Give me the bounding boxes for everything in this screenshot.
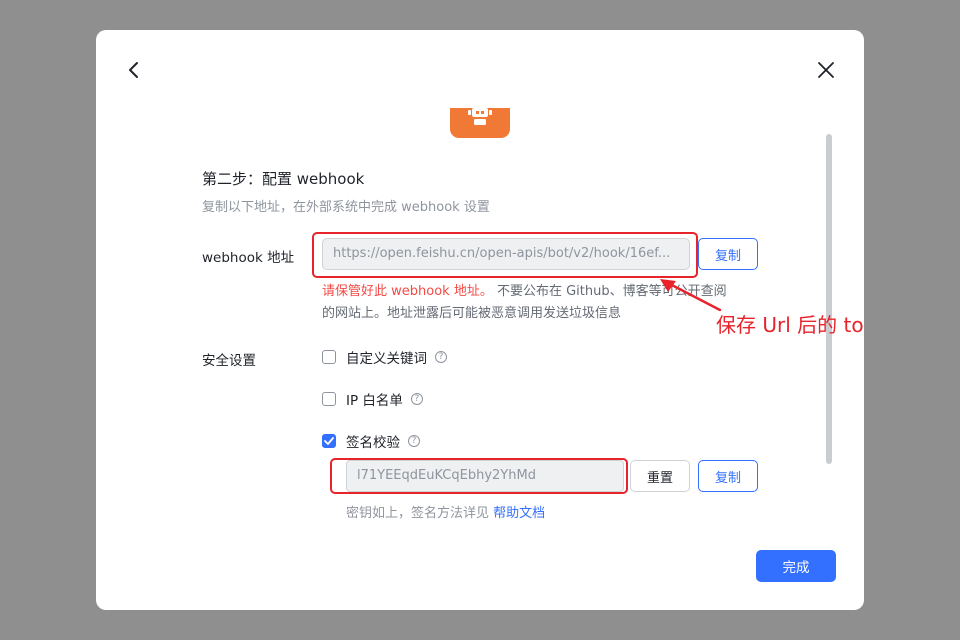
- scrollbar[interactable]: [826, 134, 832, 464]
- step-description: 复制以下地址，在外部系统中完成 webhook 设置: [202, 200, 490, 215]
- webhook-warning-line2: 的网站上。地址泄露后可能被恶意调用发送垃圾信息: [322, 306, 622, 321]
- keyword-option[interactable]: 自定义关键词 ?: [322, 347, 447, 367]
- annotation-box-url: [312, 232, 698, 278]
- question-circle-icon[interactable]: ?: [410, 393, 423, 405]
- annotation-label: 保存 Url 后的 token: [716, 313, 864, 337]
- chevron-left-icon: [129, 62, 138, 78]
- reset-button[interactable]: 重置: [630, 460, 690, 492]
- check-icon: [324, 437, 334, 445]
- signature-option[interactable]: 签名校验 ?: [322, 431, 420, 451]
- close-icon: [818, 62, 834, 78]
- security-label: 安全设置: [202, 353, 256, 369]
- ip-whitelist-checkbox[interactable]: [322, 392, 336, 406]
- keyword-label: 自定义关键词: [346, 351, 427, 367]
- copy-url-button[interactable]: 复制: [698, 238, 758, 270]
- annotation-box-secret: [330, 458, 628, 494]
- webhook-config-dialog: 第二步：配置 webhook 复制以下地址，在外部系统中完成 webhook 设…: [96, 30, 864, 610]
- question-circle-icon[interactable]: ?: [408, 435, 420, 447]
- copy-secret-button[interactable]: 复制: [698, 460, 758, 492]
- robot-icon: [450, 108, 510, 138]
- ip-whitelist-option[interactable]: IP 白名单 ?: [322, 389, 423, 409]
- signature-label: 签名校验: [346, 435, 400, 451]
- hint-text: 密钥如上，签名方法详见: [346, 506, 494, 521]
- ip-whitelist-label: IP 白名单: [346, 393, 403, 409]
- warning-highlight: 请保管好此 webhook 地址。: [322, 284, 493, 299]
- signature-hint: 密钥如上，签名方法详见 帮助文档: [346, 502, 545, 521]
- close-button[interactable]: [812, 56, 840, 84]
- webhook-label: webhook 地址: [202, 250, 295, 266]
- step-title: 第二步：配置 webhook: [202, 170, 365, 188]
- signature-checkbox[interactable]: [322, 434, 336, 448]
- keyword-checkbox[interactable]: [322, 350, 336, 364]
- question-circle-icon[interactable]: ?: [435, 351, 447, 363]
- back-button[interactable]: [120, 56, 148, 84]
- done-button[interactable]: 完成: [756, 550, 836, 582]
- help-doc-link[interactable]: 帮助文档: [493, 506, 545, 521]
